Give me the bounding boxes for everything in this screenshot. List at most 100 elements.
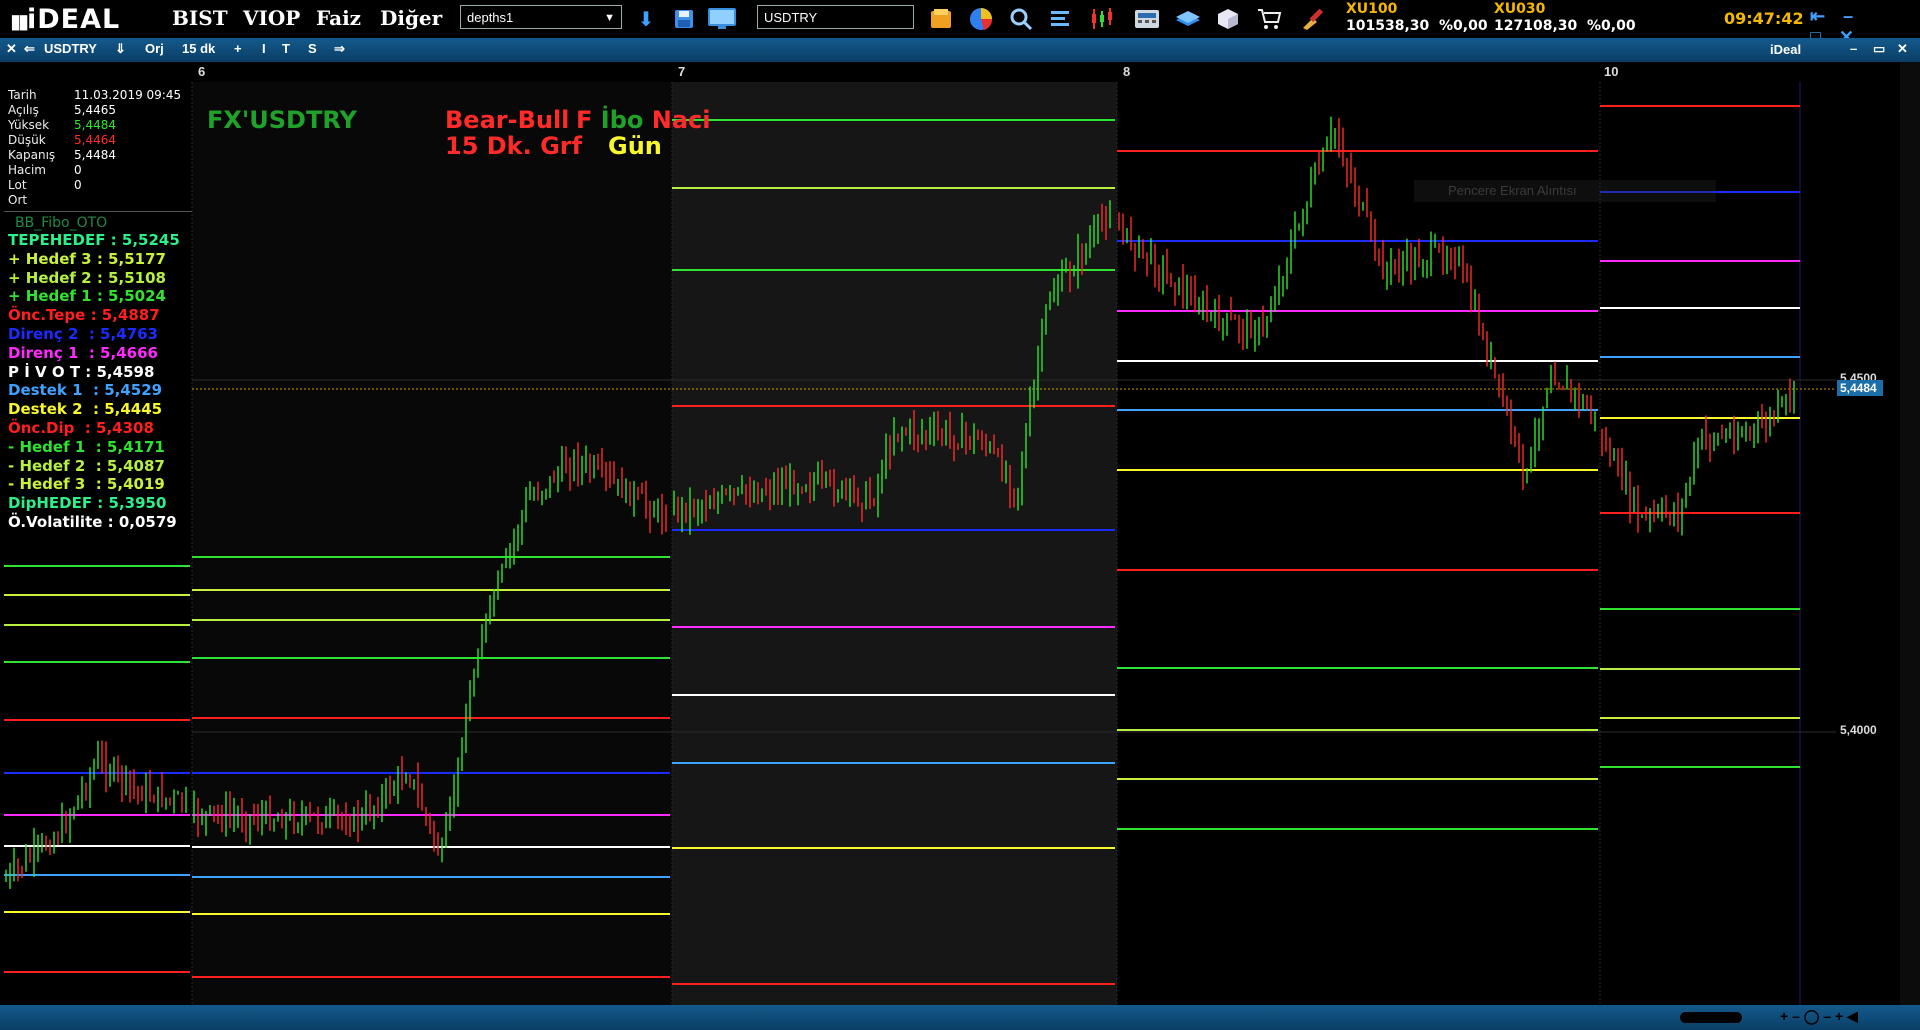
minimize-icon[interactable]: – — [1850, 41, 1857, 56]
symbol-input[interactable]: USDTRY — [757, 5, 914, 29]
tool-button-i[interactable]: I — [262, 41, 266, 56]
layout-select[interactable]: depths1 ▼ — [460, 5, 622, 29]
day-title: Gün — [608, 132, 662, 160]
pie-chart-icon[interactable] — [967, 5, 995, 33]
screenshot-tooltip: Pencere Ekran Alıntısı — [1414, 180, 1716, 202]
bottom-scrollbar[interactable]: + – ◯ – + ◀ — [0, 1005, 1920, 1030]
day-column-bg — [1117, 82, 1600, 1005]
search-icon[interactable] — [1007, 5, 1035, 33]
chart-symbol-title: FX'USDTRY — [207, 106, 357, 134]
back-icon[interactable]: ⇤ — [1810, 6, 1825, 26]
chart-background — [4, 82, 1836, 1005]
orj-button[interactable]: Orj — [145, 41, 164, 56]
fibo-levels-panel: TEPEHEDEF : 5,5245 + Hedef 3 : 5,5177 + He… — [8, 231, 180, 532]
info-row: Yüksek 5,4484 — [8, 118, 193, 133]
fibo-level: Destek 2 : 5,4445 — [8, 400, 163, 419]
chart-window-toolbar: ✕ ⇐ USDTRY ⇓ Orj 15 dk + I T S ⇒ iDeal –… — [0, 38, 1920, 62]
info-row: Açılış 5,4465 — [8, 103, 193, 118]
info-label: Yüksek — [8, 118, 50, 132]
info-row: Kapanış 5,4484 — [8, 148, 193, 163]
timeframe-title: 15 Dk. Grf — [445, 132, 583, 160]
back-arrow-icon[interactable]: ⇐ — [24, 41, 35, 57]
close-chart-icon[interactable]: ✕ — [6, 41, 17, 57]
ticker-value: 127108,30 — [1494, 18, 1578, 34]
info-label: Düşük — [8, 133, 46, 147]
clock: 09:47:42 — [1724, 9, 1804, 28]
day-column-bg — [672, 82, 1117, 1005]
info-label: Tarih — [8, 88, 37, 102]
folder-icon[interactable] — [927, 5, 955, 33]
tool-button-t[interactable]: T — [282, 41, 290, 56]
date-label-8: 8 — [1123, 64, 1131, 79]
fibo-level: + Hedef 2 : 5,5108 — [8, 268, 166, 287]
fibo-level: - Hedef 1 : 5,4171 — [8, 437, 165, 456]
fibo-level: Direnç 1 : 5,4666 — [8, 343, 158, 362]
monitor-icon[interactable] — [708, 5, 736, 33]
ticker-value: 101538,30 — [1346, 18, 1430, 34]
cube-icon[interactable] — [1214, 5, 1242, 33]
brush-icon[interactable] — [1298, 5, 1326, 33]
close-icon[interactable]: ✕ — [1897, 41, 1908, 57]
chart-symbol[interactable]: USDTRY — [44, 41, 97, 56]
info-value: 0 — [74, 163, 82, 177]
fibo-level: + Hedef 1 : 5,5024 — [8, 287, 166, 306]
cart-icon[interactable] — [1255, 5, 1283, 33]
download-icon[interactable]: ⬇ — [632, 5, 660, 33]
tool-button-plus[interactable]: + — [234, 41, 242, 56]
day-column-bg — [192, 82, 672, 1005]
title-f: F — [576, 106, 593, 134]
menu-viop[interactable]: VIOP — [243, 6, 300, 30]
ticker-xu030[interactable]: XU030 127108,30 %0,00 — [1494, 1, 1636, 35]
price-chart[interactable] — [0, 0, 1920, 1030]
date-label-7: 7 — [678, 64, 686, 79]
restore-icon[interactable]: ▭ — [1873, 41, 1885, 57]
fibo-title: BB_Fibo_OTO — [15, 215, 108, 231]
info-value: 11.03.2019 09:45 — [74, 88, 182, 102]
ohlc-info-panel: Tarih 11.03.2019 09:45 Açılış 5,4465 Yüksek 5… — [8, 88, 193, 208]
info-label: Kapanış — [8, 148, 56, 162]
menu-faiz[interactable]: Faiz — [316, 6, 361, 30]
stack-icon[interactable] — [1174, 5, 1202, 33]
fibo-level: Önc.Dip : 5,4308 — [8, 418, 154, 437]
info-label: Lot — [8, 178, 27, 192]
period-button[interactable]: 15 dk — [182, 41, 215, 56]
fibo-naci-title: F İbo Naci — [576, 106, 710, 134]
save-icon[interactable] — [670, 5, 698, 33]
info-value: 5,4465 — [74, 103, 116, 117]
last-price-tag: 5,4484 — [1837, 380, 1883, 396]
ticker-name: XU030 — [1494, 1, 1546, 17]
layout-select-value: depths1 — [467, 10, 514, 25]
info-label: Ort — [8, 193, 28, 207]
divider — [4, 211, 192, 212]
list-icon[interactable] — [1046, 5, 1074, 33]
app-logo: ▮▮iDEAL — [10, 4, 121, 35]
fibo-level: DipHEDEF : 5,3950 — [8, 494, 167, 513]
zoom-controls[interactable]: + – ◯ – + ◀ — [1780, 1008, 1858, 1025]
bear-bull-title: Bear-Bull — [445, 106, 570, 134]
day-column-bg — [1600, 82, 1800, 1005]
scrollbar-thumb[interactable] — [1680, 1012, 1742, 1023]
candlestick-icon[interactable] — [1088, 5, 1116, 33]
ticker-xu100[interactable]: XU100 101538,30 %0,00 — [1346, 1, 1488, 35]
price-tick-54000: 5,4000 — [1840, 723, 1877, 737]
info-label: Hacim — [8, 163, 46, 177]
forward-arrow-icon[interactable]: ⇒ — [334, 41, 345, 57]
download-arrow-icon[interactable]: ⇓ — [115, 41, 126, 57]
info-label: Açılış — [8, 103, 39, 117]
menu-bist[interactable]: BIST — [172, 6, 228, 30]
menu-diger[interactable]: Diğer — [380, 6, 442, 30]
fibo-level: - Hedef 3 : 5,4019 — [8, 475, 165, 494]
info-row: Tarih 11.03.2019 09:45 — [8, 88, 193, 103]
fibo-level: Önc.Tepe : 5,4887 — [8, 306, 160, 325]
date-axis: 6 7 8 10 — [193, 62, 1835, 82]
calculator-icon[interactable] — [1133, 5, 1161, 33]
tool-button-s[interactable]: S — [308, 41, 317, 56]
info-row: Hacim 0 — [8, 163, 193, 178]
fibo-level: Destek 1 : 5,4529 — [8, 381, 163, 400]
minimize-icon[interactable]: – — [1843, 6, 1853, 26]
info-value: 5,4484 — [74, 118, 116, 132]
right-scrollbar[interactable] — [1900, 62, 1920, 1005]
ticker-change: %0,00 — [1587, 18, 1636, 34]
fibo-level: - Hedef 2 : 5,4087 — [8, 456, 165, 475]
chevron-down-icon: ▼ — [604, 12, 615, 24]
